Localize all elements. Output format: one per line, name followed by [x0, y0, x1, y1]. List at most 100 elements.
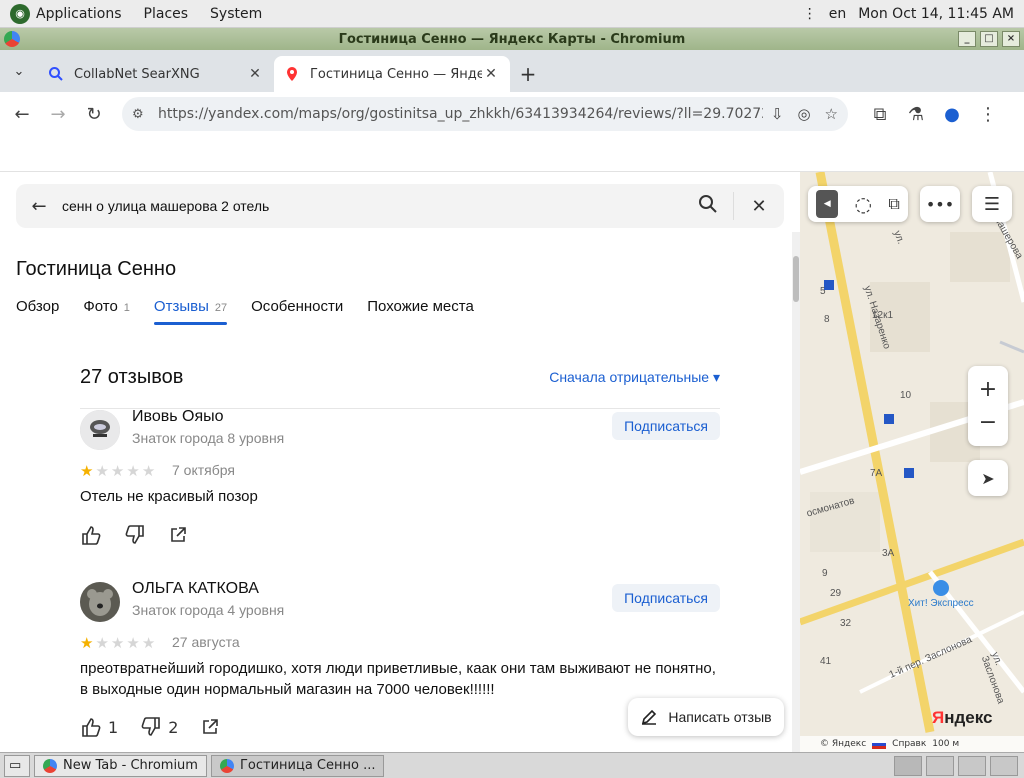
back-arrow-icon[interactable]: ←	[16, 196, 62, 217]
star-icon: ★	[95, 462, 109, 480]
tracking-eye-icon[interactable]: ◎	[797, 105, 810, 123]
labs-flask-icon[interactable]: ⚗	[898, 96, 934, 132]
forward-arrow-icon[interactable]: →	[40, 96, 76, 132]
map-house-number: 10	[900, 390, 912, 401]
org-tabs: Обзор Фото 1 Отзывы 27 Особенности Похожие…	[16, 298, 474, 325]
like-button[interactable]	[80, 524, 102, 546]
workspace-1[interactable]	[894, 755, 922, 776]
minimize-button[interactable]: _	[958, 31, 976, 47]
search-query[interactable]: сенн о улица машерова 2 отель	[62, 198, 683, 214]
map-view[interactable]: ул. Назаренко осмонатов 1-й пер. Заслоно…	[800, 172, 1024, 752]
map-house-number: 8	[824, 314, 830, 325]
show-desktop-icon[interactable]: ▭	[4, 754, 30, 777]
map-scale: 100 м	[932, 739, 960, 749]
install-app-icon[interactable]: ⇩	[771, 105, 784, 123]
map-copyright[interactable]: © Яндекс	[820, 739, 866, 749]
map-house-number: 5	[820, 286, 826, 297]
workspace-3[interactable]	[958, 755, 986, 776]
dislike-button[interactable]	[124, 524, 146, 546]
map-pin-favicon-icon	[287, 67, 297, 81]
locate-me-button[interactable]: ➤	[968, 460, 1008, 496]
write-review-button[interactable]: Написать отзыв	[628, 698, 784, 736]
sort-dropdown[interactable]: Сначала отрицательные ▾	[549, 369, 720, 386]
tab-similar[interactable]: Похожие места	[367, 298, 474, 325]
close-icon[interactable]: ✕	[734, 196, 784, 217]
more-dots-icon: •••	[925, 194, 955, 214]
window-title: Гостиница Сенно — Яндекс Карты - Chromiu…	[338, 31, 686, 47]
layers-icon[interactable]: ⧉	[888, 194, 899, 214]
review-date: 27 августа	[172, 634, 240, 650]
taskbar-item-yandex[interactable]: Гостиница Сенно ...	[210, 754, 385, 777]
review-date: 7 октября	[172, 462, 235, 478]
map-house-number: 3А	[882, 548, 895, 559]
applications-menu[interactable]: Applications	[36, 6, 122, 22]
reviewer-name[interactable]: Ивовь Ояыо	[132, 408, 224, 426]
places-menu[interactable]: Places	[144, 6, 189, 22]
panorama-icon[interactable]: ◌	[855, 192, 872, 216]
reviewer-name[interactable]: ОЛЬГА КАТКОВА	[132, 580, 259, 598]
zoom-in-icon[interactable]: +	[979, 377, 997, 402]
reviews-count: 27 отзывов	[80, 365, 184, 388]
search-icon[interactable]	[683, 194, 733, 219]
collapse-panel-icon[interactable]: ◀	[816, 190, 839, 218]
map-reference-link[interactable]: Справк	[892, 739, 926, 749]
avatar[interactable]	[80, 582, 120, 622]
tab-search-chevron-icon[interactable]: ⌄	[0, 50, 38, 92]
review-text: Отель не красивый позор	[80, 488, 258, 505]
zoom-out-icon[interactable]: −	[979, 410, 997, 435]
clock[interactable]: Mon Oct 14, 11:45 AM	[858, 6, 1014, 22]
maximize-button[interactable]: □	[980, 31, 998, 47]
panel-handle-icon: ⋮	[802, 5, 817, 22]
tab-title: CollabNet SearXNG	[74, 66, 200, 82]
map-search-bar[interactable]: ← сенн о улица машерова 2 отель ✕	[16, 184, 784, 228]
menu-kebab-icon[interactable]: ⋮	[970, 96, 1006, 132]
avatar[interactable]	[80, 410, 120, 450]
tab-searxng[interactable]: CollabNet SearXNG ✕	[38, 56, 274, 92]
reviewer-rank: Знаток города 8 уровня	[132, 430, 285, 446]
taskbar-item-new-tab[interactable]: New Tab - Chromium	[34, 754, 207, 777]
bookmark-star-icon[interactable]: ☆	[825, 105, 838, 123]
tab-overview[interactable]: Обзор	[16, 298, 59, 325]
like-button[interactable]: 1	[80, 716, 118, 738]
star-icon: ★	[80, 462, 94, 480]
tab-close-icon[interactable]: ✕	[246, 66, 264, 82]
url-text[interactable]: https://yandex.com/maps/org/gostinitsa_u…	[158, 106, 763, 122]
write-review-label: Написать отзыв	[668, 709, 772, 725]
scrollbar[interactable]	[792, 232, 800, 752]
workspace-2[interactable]	[926, 755, 954, 776]
tab-close-icon[interactable]: ✕	[482, 66, 500, 82]
tab-reviews[interactable]: Отзывы 27	[153, 298, 228, 325]
taskbar-item-label: New Tab - Chromium	[63, 758, 198, 773]
back-arrow-icon[interactable]: ←	[4, 96, 40, 132]
tab-photos[interactable]: Фото 1	[83, 298, 130, 325]
map-house-number: 32	[840, 618, 852, 629]
scrollbar-thumb[interactable]	[793, 256, 799, 302]
window-titlebar: Гостиница Сенно — Яндекс Карты - Chromiu…	[0, 28, 1024, 50]
close-window-button[interactable]: ×	[1002, 31, 1020, 47]
subscribe-button[interactable]: Подписаться	[612, 412, 720, 440]
reviews-header: 27 отзывов Сначала отрицательные ▾	[80, 362, 720, 392]
profile-icon[interactable]: ●	[934, 96, 970, 132]
applications-logo-icon[interactable]: ◉	[10, 3, 30, 24]
tab-features[interactable]: Особенности	[251, 298, 343, 325]
reload-icon[interactable]: ↻	[76, 96, 112, 132]
address-bar[interactable]: ⚙ https://yandex.com/maps/org/gostinitsa…	[122, 97, 848, 131]
site-info-icon[interactable]: ⚙	[132, 107, 152, 122]
map-layers-control[interactable]: ◀ ◌ ⧉	[808, 186, 908, 222]
dislike-button[interactable]: 2	[140, 716, 178, 738]
tab-strip: ⌄ CollabNet SearXNG ✕ Гостиница Сенно — …	[0, 50, 1024, 92]
extensions-icon[interactable]: ⧉	[862, 96, 898, 132]
subscribe-button[interactable]: Подписаться	[612, 584, 720, 612]
new-tab-button[interactable]: +	[510, 56, 546, 92]
map-menu-button[interactable]: ☰	[972, 186, 1012, 222]
review-actions: 1 2	[80, 716, 220, 738]
map-more-button[interactable]: •••	[920, 186, 960, 222]
share-button[interactable]	[200, 717, 220, 737]
workspace-4[interactable]	[990, 755, 1018, 776]
tab-yandex-maps[interactable]: Гостиница Сенно — Яндекс ✕	[274, 56, 510, 92]
keyboard-layout[interactable]: en	[829, 6, 847, 22]
browser-toolbar: ← → ↻ ⚙ https://yandex.com/maps/org/gost…	[0, 92, 1024, 136]
system-menu[interactable]: System	[210, 6, 262, 22]
map-poi-label[interactable]: Хит! Экспресс	[908, 598, 974, 609]
share-button[interactable]	[168, 525, 188, 545]
